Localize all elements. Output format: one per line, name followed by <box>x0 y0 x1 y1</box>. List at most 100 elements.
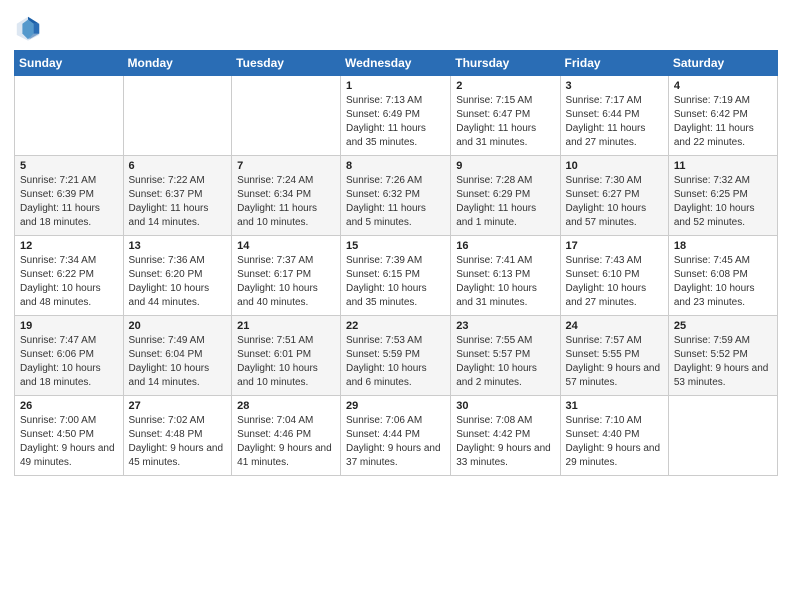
day-number: 1 <box>346 80 445 92</box>
day-number: 27 <box>129 400 227 412</box>
day-info: Sunrise: 7:39 AM Sunset: 6:15 PM Dayligh… <box>346 254 445 310</box>
day-info: Sunrise: 7:15 AM Sunset: 6:47 PM Dayligh… <box>456 94 554 150</box>
day-cell: 6Sunrise: 7:22 AM Sunset: 6:37 PM Daylig… <box>123 156 232 236</box>
header-day-friday: Friday <box>560 51 668 76</box>
day-number: 12 <box>20 240 118 252</box>
day-cell <box>232 76 341 156</box>
day-number: 21 <box>237 320 335 332</box>
day-cell: 11 Sunrise: 7:32 AM Sunset: 6:25 PM Dayli… <box>668 156 777 236</box>
day-cell: 22Sunrise: 7:53 AM Sunset: 5:59 PM Dayli… <box>341 316 451 396</box>
calendar-body: 1 Sunrise: 7:13 AM Sunset: 6:49 PM Daylig… <box>15 76 778 476</box>
day-cell: 10 Sunrise: 7:30 AM Sunset: 6:27 PM Dayli… <box>560 156 668 236</box>
day-number: 9 <box>456 160 554 172</box>
day-number: 28 <box>237 400 335 412</box>
day-number: 23 <box>456 320 554 332</box>
header-day-sunday: Sunday <box>15 51 124 76</box>
day-number: 8 <box>346 160 445 172</box>
logo <box>14 14 44 42</box>
logo-icon <box>14 14 42 42</box>
day-info: Sunrise: 7:36 AM Sunset: 6:20 PM Dayligh… <box>129 254 227 310</box>
day-info: Sunrise: 7:08 AM Sunset: 4:42 PM Dayligh… <box>456 414 554 470</box>
day-info: Sunrise: 7:30 AM Sunset: 6:27 PM Dayligh… <box>566 174 663 230</box>
day-cell: 12 Sunrise: 7:34 AM Sunset: 6:22 PM Dayli… <box>15 236 124 316</box>
calendar-header: SundayMondayTuesdayWednesdayThursdayFrid… <box>15 51 778 76</box>
day-info: Sunrise: 7:32 AM Sunset: 6:25 PM Dayligh… <box>674 174 772 230</box>
day-cell: 16 Sunrise: 7:41 AM Sunset: 6:13 PM Dayli… <box>451 236 560 316</box>
day-info: Sunrise: 7:17 AM Sunset: 6:44 PM Dayligh… <box>566 94 663 150</box>
day-number: 4 <box>674 80 772 92</box>
week-row-2: 5 Sunrise: 7:21 AM Sunset: 6:39 PM Daylig… <box>15 156 778 236</box>
day-number: 30 <box>456 400 554 412</box>
day-info: Sunrise: 7:37 AM Sunset: 6:17 PM Dayligh… <box>237 254 335 310</box>
day-info: Sunrise: 7:00 AM Sunset: 4:50 PM Dayligh… <box>20 414 118 470</box>
day-cell: 13 Sunrise: 7:36 AM Sunset: 6:20 PM Dayli… <box>123 236 232 316</box>
day-info: Sunrise: 7:51 AM Sunset: 6:01 PM Dayligh… <box>237 334 335 390</box>
day-number: 16 <box>456 240 554 252</box>
day-cell: 19 Sunrise: 7:47 AM Sunset: 6:06 PM Dayli… <box>15 316 124 396</box>
day-cell: 5 Sunrise: 7:21 AM Sunset: 6:39 PM Daylig… <box>15 156 124 236</box>
day-cell: 7Sunrise: 7:24 AM Sunset: 6:34 PM Daylig… <box>232 156 341 236</box>
day-number: 15 <box>346 240 445 252</box>
day-number: 31 <box>566 400 663 412</box>
day-number: 22 <box>346 320 445 332</box>
day-info: Sunrise: 7:43 AM Sunset: 6:10 PM Dayligh… <box>566 254 663 310</box>
day-info: Sunrise: 7:57 AM Sunset: 5:55 PM Dayligh… <box>566 334 663 390</box>
day-info: Sunrise: 7:45 AM Sunset: 6:08 PM Dayligh… <box>674 254 772 310</box>
day-cell: 25 Sunrise: 7:59 AM Sunset: 5:52 PM Dayli… <box>668 316 777 396</box>
week-row-1: 1 Sunrise: 7:13 AM Sunset: 6:49 PM Daylig… <box>15 76 778 156</box>
day-cell: 1 Sunrise: 7:13 AM Sunset: 6:49 PM Daylig… <box>341 76 451 156</box>
day-number: 26 <box>20 400 118 412</box>
day-number: 24 <box>566 320 663 332</box>
day-number: 19 <box>20 320 118 332</box>
day-number: 3 <box>566 80 663 92</box>
week-row-5: 26 Sunrise: 7:00 AM Sunset: 4:50 PM Dayli… <box>15 396 778 476</box>
day-number: 11 <box>674 160 772 172</box>
day-cell: 24 Sunrise: 7:57 AM Sunset: 5:55 PM Dayli… <box>560 316 668 396</box>
day-info: Sunrise: 7:19 AM Sunset: 6:42 PM Dayligh… <box>674 94 772 150</box>
day-info: Sunrise: 7:47 AM Sunset: 6:06 PM Dayligh… <box>20 334 118 390</box>
day-number: 14 <box>237 240 335 252</box>
day-info: Sunrise: 7:59 AM Sunset: 5:52 PM Dayligh… <box>674 334 772 390</box>
day-info: Sunrise: 7:06 AM Sunset: 4:44 PM Dayligh… <box>346 414 445 470</box>
day-info: Sunrise: 7:21 AM Sunset: 6:39 PM Dayligh… <box>20 174 118 230</box>
header-row: SundayMondayTuesdayWednesdayThursdayFrid… <box>15 51 778 76</box>
day-cell: 20 Sunrise: 7:49 AM Sunset: 6:04 PM Dayli… <box>123 316 232 396</box>
day-info: Sunrise: 7:26 AM Sunset: 6:32 PM Dayligh… <box>346 174 445 230</box>
day-info: Sunrise: 7:34 AM Sunset: 6:22 PM Dayligh… <box>20 254 118 310</box>
header-day-tuesday: Tuesday <box>232 51 341 76</box>
page-container: SundayMondayTuesdayWednesdayThursdayFrid… <box>0 0 792 486</box>
day-info: Sunrise: 7:49 AM Sunset: 6:04 PM Dayligh… <box>129 334 227 390</box>
day-number: 5 <box>20 160 118 172</box>
calendar-table: SundayMondayTuesdayWednesdayThursdayFrid… <box>14 50 778 476</box>
day-number: 10 <box>566 160 663 172</box>
day-info: Sunrise: 7:24 AM Sunset: 6:34 PM Dayligh… <box>237 174 335 230</box>
day-cell: 4 Sunrise: 7:19 AM Sunset: 6:42 PM Daylig… <box>668 76 777 156</box>
day-number: 18 <box>674 240 772 252</box>
day-cell: 17 Sunrise: 7:43 AM Sunset: 6:10 PM Dayli… <box>560 236 668 316</box>
day-cell: 8 Sunrise: 7:26 AM Sunset: 6:32 PM Daylig… <box>341 156 451 236</box>
day-cell: 21 Sunrise: 7:51 AM Sunset: 6:01 PM Dayli… <box>232 316 341 396</box>
day-info: Sunrise: 7:28 AM Sunset: 6:29 PM Dayligh… <box>456 174 554 230</box>
day-cell: 15 Sunrise: 7:39 AM Sunset: 6:15 PM Dayli… <box>341 236 451 316</box>
day-cell: 29Sunrise: 7:06 AM Sunset: 4:44 PM Dayli… <box>341 396 451 476</box>
day-cell: 18 Sunrise: 7:45 AM Sunset: 6:08 PM Dayli… <box>668 236 777 316</box>
day-cell: 14 Sunrise: 7:37 AM Sunset: 6:17 PM Dayli… <box>232 236 341 316</box>
day-number: 17 <box>566 240 663 252</box>
day-cell: 23 Sunrise: 7:55 AM Sunset: 5:57 PM Dayli… <box>451 316 560 396</box>
day-number: 2 <box>456 80 554 92</box>
day-cell: 3 Sunrise: 7:17 AM Sunset: 6:44 PM Daylig… <box>560 76 668 156</box>
header-day-wednesday: Wednesday <box>341 51 451 76</box>
day-info: Sunrise: 7:55 AM Sunset: 5:57 PM Dayligh… <box>456 334 554 390</box>
day-number: 20 <box>129 320 227 332</box>
day-cell: 31 Sunrise: 7:10 AM Sunset: 4:40 PM Dayli… <box>560 396 668 476</box>
day-info: Sunrise: 7:13 AM Sunset: 6:49 PM Dayligh… <box>346 94 445 150</box>
day-number: 13 <box>129 240 227 252</box>
day-number: 25 <box>674 320 772 332</box>
day-info: Sunrise: 7:41 AM Sunset: 6:13 PM Dayligh… <box>456 254 554 310</box>
day-cell: 28Sunrise: 7:04 AM Sunset: 4:46 PM Dayli… <box>232 396 341 476</box>
day-info: Sunrise: 7:10 AM Sunset: 4:40 PM Dayligh… <box>566 414 663 470</box>
day-cell: 27Sunrise: 7:02 AM Sunset: 4:48 PM Dayli… <box>123 396 232 476</box>
day-cell <box>15 76 124 156</box>
day-cell: 2 Sunrise: 7:15 AM Sunset: 6:47 PM Daylig… <box>451 76 560 156</box>
day-info: Sunrise: 7:22 AM Sunset: 6:37 PM Dayligh… <box>129 174 227 230</box>
